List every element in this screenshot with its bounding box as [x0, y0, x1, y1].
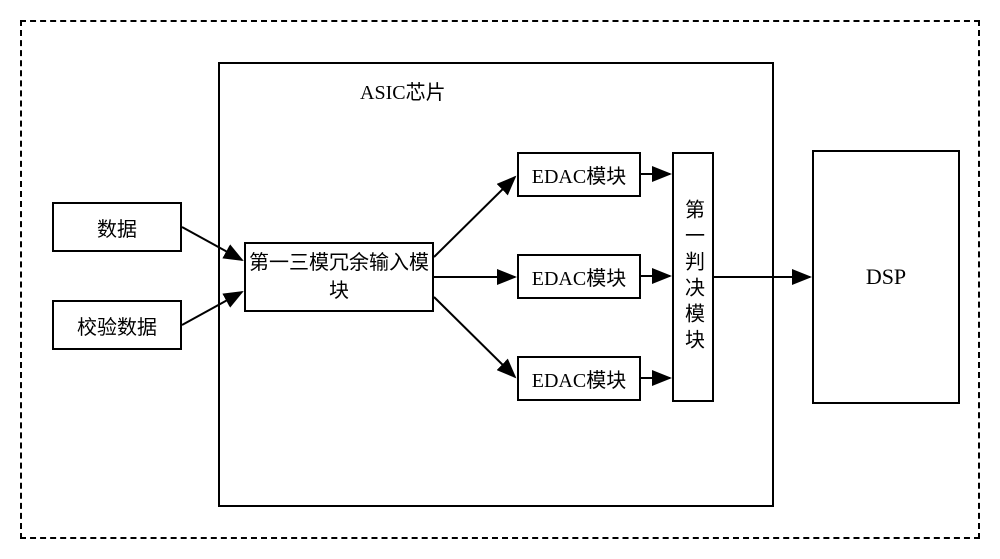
- edac-1-label: EDAC模块: [532, 160, 626, 189]
- tmr-input-module-block: 第一三模冗余输入模块: [244, 242, 434, 312]
- edac-module-2-block: EDAC模块: [517, 254, 641, 299]
- first-decision-module-block: 第一判决模块: [672, 152, 714, 402]
- outer-dashed-container: ASIC芯片 数据 校验数据 第一三模冗余输入模块 EDAC模块 EDAC模块 …: [20, 20, 980, 539]
- edac-2-label: EDAC模块: [532, 262, 626, 291]
- asic-title: ASIC芯片: [360, 76, 446, 105]
- tmr-label: 第一三模冗余输入模块: [246, 249, 432, 305]
- check-data-label: 校验数据: [77, 311, 157, 340]
- edac-module-3-block: EDAC模块: [517, 356, 641, 401]
- data-label: 数据: [97, 213, 137, 242]
- decision-label: 第一判决模块: [679, 199, 708, 355]
- dsp-block: DSP: [812, 150, 960, 404]
- edac-module-1-block: EDAC模块: [517, 152, 641, 197]
- check-data-input-block: 校验数据: [52, 300, 182, 350]
- data-input-block: 数据: [52, 202, 182, 252]
- edac-3-label: EDAC模块: [532, 364, 626, 393]
- dsp-label: DSP: [866, 264, 906, 290]
